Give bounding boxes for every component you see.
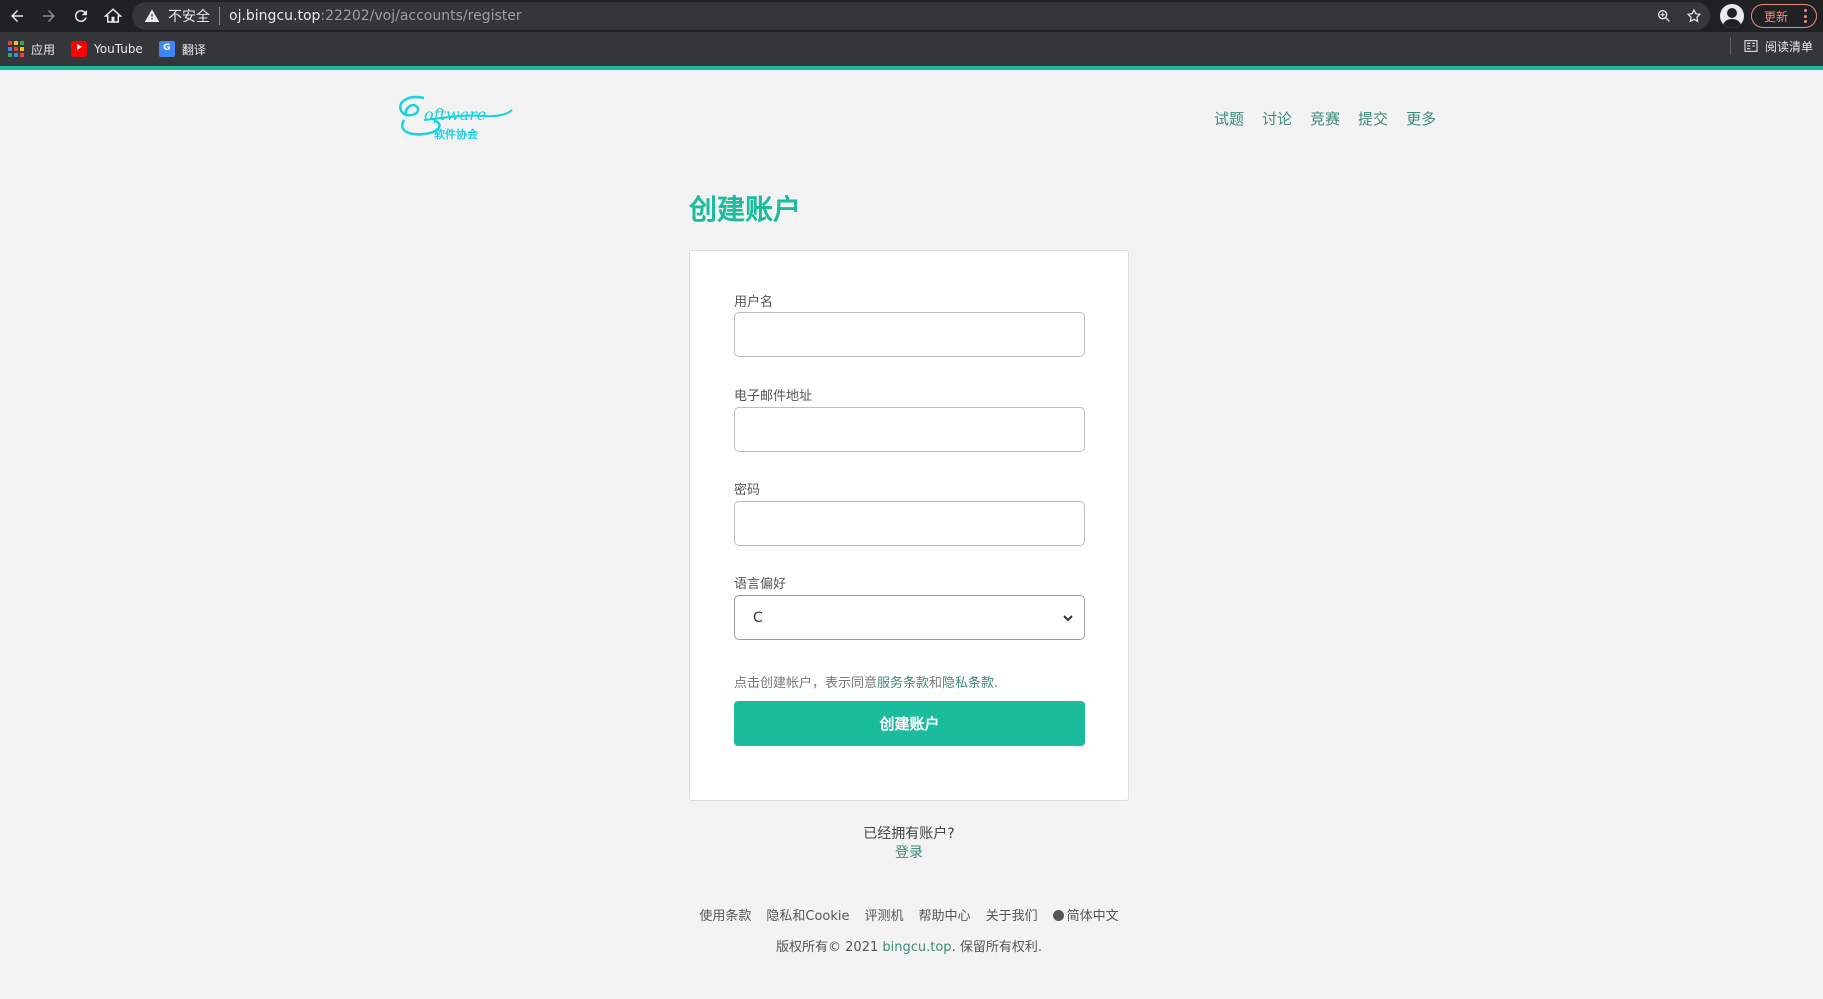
zoom-icon[interactable] — [1656, 8, 1672, 24]
bookmark-label: 应用 — [31, 42, 56, 57]
bookmark-label: 翻译 — [181, 42, 206, 57]
footer-about-link[interactable]: 关于我们 — [986, 905, 1038, 924]
footer-language-label: 简体中文 — [1066, 909, 1119, 924]
profile-avatar-icon[interactable] — [1720, 4, 1744, 28]
terms-of-service-link[interactable]: 服务条款 — [877, 676, 929, 691]
page-title: 创建账户 — [689, 193, 802, 226]
username-input[interactable] — [734, 312, 1085, 357]
bookmark-star-icon[interactable] — [1686, 8, 1702, 24]
update-label: 更新 — [1764, 9, 1789, 24]
footer-language-selector[interactable]: 简体中文 — [1052, 905, 1119, 924]
nav-discussion[interactable]: 讨论 — [1262, 108, 1292, 129]
email-input[interactable] — [734, 407, 1085, 452]
top-navigation: 试题 讨论 竞赛 提交 更多 — [1214, 108, 1436, 129]
terms-prefix: 点击创建帐户，表示同意 — [734, 676, 878, 691]
terms-notice: 点击创建帐户，表示同意服务条款和隐私条款. — [734, 672, 998, 691]
bookmark-apps[interactable]: 应用 — [8, 37, 55, 61]
menu-dots-icon — [1803, 9, 1807, 23]
site-header: oftware 软件协会 试题 讨论 竞赛 提交 更多 — [0, 70, 1823, 170]
reading-list-icon — [1744, 40, 1758, 52]
reading-list-label: 阅读清单 — [1764, 39, 1813, 54]
language-value: C — [753, 609, 763, 626]
language-select[interactable]: C — [734, 595, 1085, 640]
bookmarks-bar: 应用 YouTube G 翻译 阅读清单 — [0, 32, 1823, 66]
translate-icon: G — [158, 41, 175, 57]
chevron-down-icon — [1063, 615, 1073, 622]
create-account-button[interactable]: 创建账户 — [734, 701, 1085, 746]
privacy-policy-link[interactable]: 隐私条款 — [942, 676, 994, 691]
terms-and: 和 — [929, 676, 943, 691]
reload-icon[interactable] — [66, 1, 96, 31]
url-host: oj.bingcu.top — [229, 8, 321, 24]
update-button[interactable]: 更新 — [1751, 4, 1817, 28]
youtube-icon — [71, 41, 88, 57]
back-icon[interactable] — [2, 1, 32, 31]
svg-text:oftware: oftware — [424, 105, 486, 124]
footer-links: 使用条款 隐私和Cookie 评测机 帮助中心 关于我们 简体中文 — [689, 905, 1129, 924]
nav-more[interactable]: 更多 — [1406, 108, 1436, 129]
terms-suffix: . — [994, 676, 999, 691]
bookmark-label: YouTube — [94, 42, 143, 56]
svg-text:软件协会: 软件协会 — [434, 127, 479, 141]
copyright-suffix: . 保留所有权利. — [951, 940, 1042, 955]
login-link[interactable]: 登录 — [689, 842, 1129, 862]
copyright-site-link[interactable]: bingcu.top — [882, 940, 951, 955]
globe-icon — [1052, 910, 1064, 921]
bookmark-youtube[interactable]: YouTube — [71, 37, 143, 61]
footer-terms-link[interactable]: 使用条款 — [699, 905, 751, 924]
password-label: 密码 — [734, 483, 761, 498]
forward-icon[interactable] — [34, 1, 64, 31]
insecure-label: 不安全 — [168, 9, 210, 25]
bookmarks-divider — [1729, 37, 1731, 55]
nav-problems[interactable]: 试题 — [1214, 108, 1244, 129]
email-label: 电子邮件地址 — [734, 389, 813, 404]
warning-icon — [144, 9, 160, 22]
bookmark-translate[interactable]: G 翻译 — [158, 37, 206, 61]
address-divider — [219, 7, 220, 25]
footer-help-link[interactable]: 帮助中心 — [919, 905, 971, 924]
copyright: 版权所有© 2021 bingcu.top. 保留所有权利. — [689, 936, 1129, 955]
home-icon[interactable] — [98, 1, 128, 31]
apps-icon — [8, 41, 24, 57]
language-label: 语言偏好 — [734, 577, 787, 592]
password-input[interactable] — [734, 501, 1085, 546]
nav-contests[interactable]: 竞赛 — [1310, 108, 1340, 129]
browser-toolbar: 不安全 oj.bingcu.top :22202/voj/accounts/re… — [0, 0, 1823, 32]
copyright-prefix: 版权所有© 2021 — [776, 940, 883, 955]
software-logo-icon: oftware 软件协会 — [399, 95, 513, 141]
have-account-text: 已经拥有账户? — [863, 826, 955, 842]
footer-privacy-link[interactable]: 隐私和Cookie — [766, 905, 849, 924]
username-label: 用户名 — [734, 295, 774, 310]
address-bar[interactable]: 不安全 oj.bingcu.top :22202/voj/accounts/re… — [132, 2, 1710, 30]
url-path: :22202/voj/accounts/register — [320, 8, 522, 24]
nav-submissions[interactable]: 提交 — [1358, 108, 1388, 129]
register-card: 用户名 电子邮件地址 密码 语言偏好 C 点击创建帐户，表示同意服务条款和隐私条… — [689, 250, 1129, 801]
footer-judge-link[interactable]: 评测机 — [865, 905, 904, 924]
site-logo[interactable]: oftware 软件协会 — [394, 90, 514, 144]
reading-list-button[interactable]: 阅读清单 — [1729, 37, 1813, 55]
